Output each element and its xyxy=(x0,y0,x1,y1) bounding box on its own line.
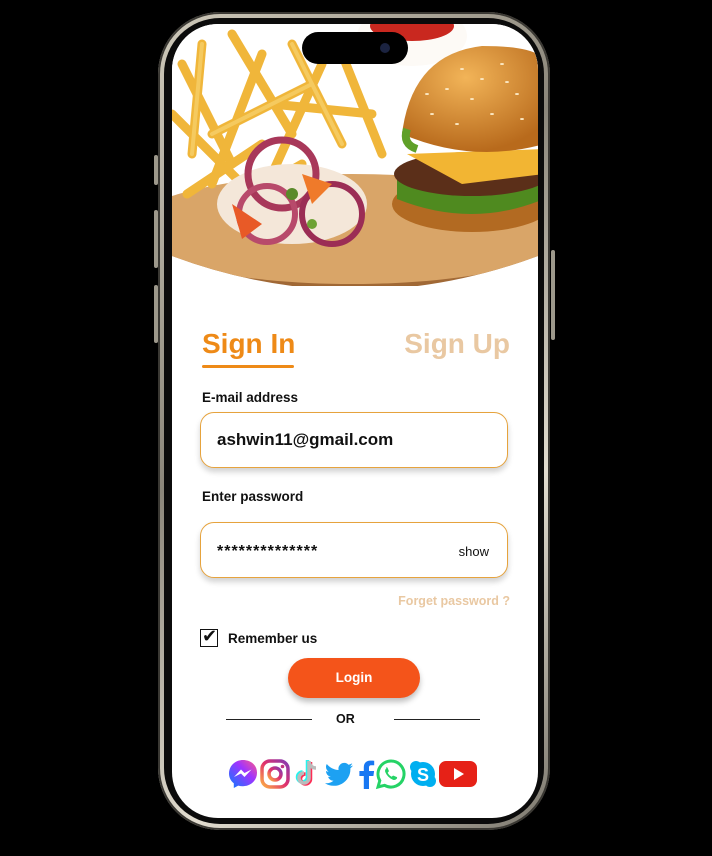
youtube-icon[interactable] xyxy=(438,758,478,790)
tiktok-icon[interactable] xyxy=(291,758,323,790)
forget-password-link[interactable]: Forget password ? xyxy=(398,594,510,608)
email-field[interactable]: ashwin11@gmail.com xyxy=(200,412,508,468)
dynamic-island xyxy=(302,32,408,64)
remember-checkbox[interactable]: ✔ xyxy=(200,626,218,647)
twitter-icon[interactable] xyxy=(323,758,355,790)
instagram-icon[interactable] xyxy=(259,758,291,790)
volume-up-button xyxy=(154,210,158,268)
skype-icon[interactable]: S xyxy=(407,758,439,790)
show-password-toggle[interactable]: show xyxy=(459,544,489,559)
divider-right xyxy=(394,719,480,720)
divider-left xyxy=(226,719,312,720)
tab-sign-in[interactable]: Sign In xyxy=(202,328,295,360)
checkmark-icon: ✔ xyxy=(202,626,218,646)
email-label: E-mail address xyxy=(202,390,299,405)
volume-down-button xyxy=(154,285,158,343)
whatsapp-icon[interactable] xyxy=(375,758,407,790)
email-value: ashwin11@gmail.com xyxy=(217,430,394,449)
mute-switch xyxy=(154,155,158,185)
app-screen: Sign In Sign Up E-mail address ashwin11@… xyxy=(172,24,538,818)
facebook-icon[interactable] xyxy=(355,758,377,790)
tab-sign-up[interactable]: Sign Up xyxy=(404,328,510,360)
svg-text:S: S xyxy=(417,765,429,785)
active-tab-underline xyxy=(202,365,294,368)
messenger-icon[interactable] xyxy=(227,758,259,790)
login-button[interactable]: Login xyxy=(288,658,420,698)
power-button xyxy=(551,250,555,340)
password-label: Enter password xyxy=(202,489,304,504)
remember-label: Remember us xyxy=(228,631,318,646)
or-divider-text: OR xyxy=(336,712,355,726)
password-value: ************** xyxy=(217,543,319,560)
password-field[interactable]: ************** show xyxy=(200,522,508,578)
